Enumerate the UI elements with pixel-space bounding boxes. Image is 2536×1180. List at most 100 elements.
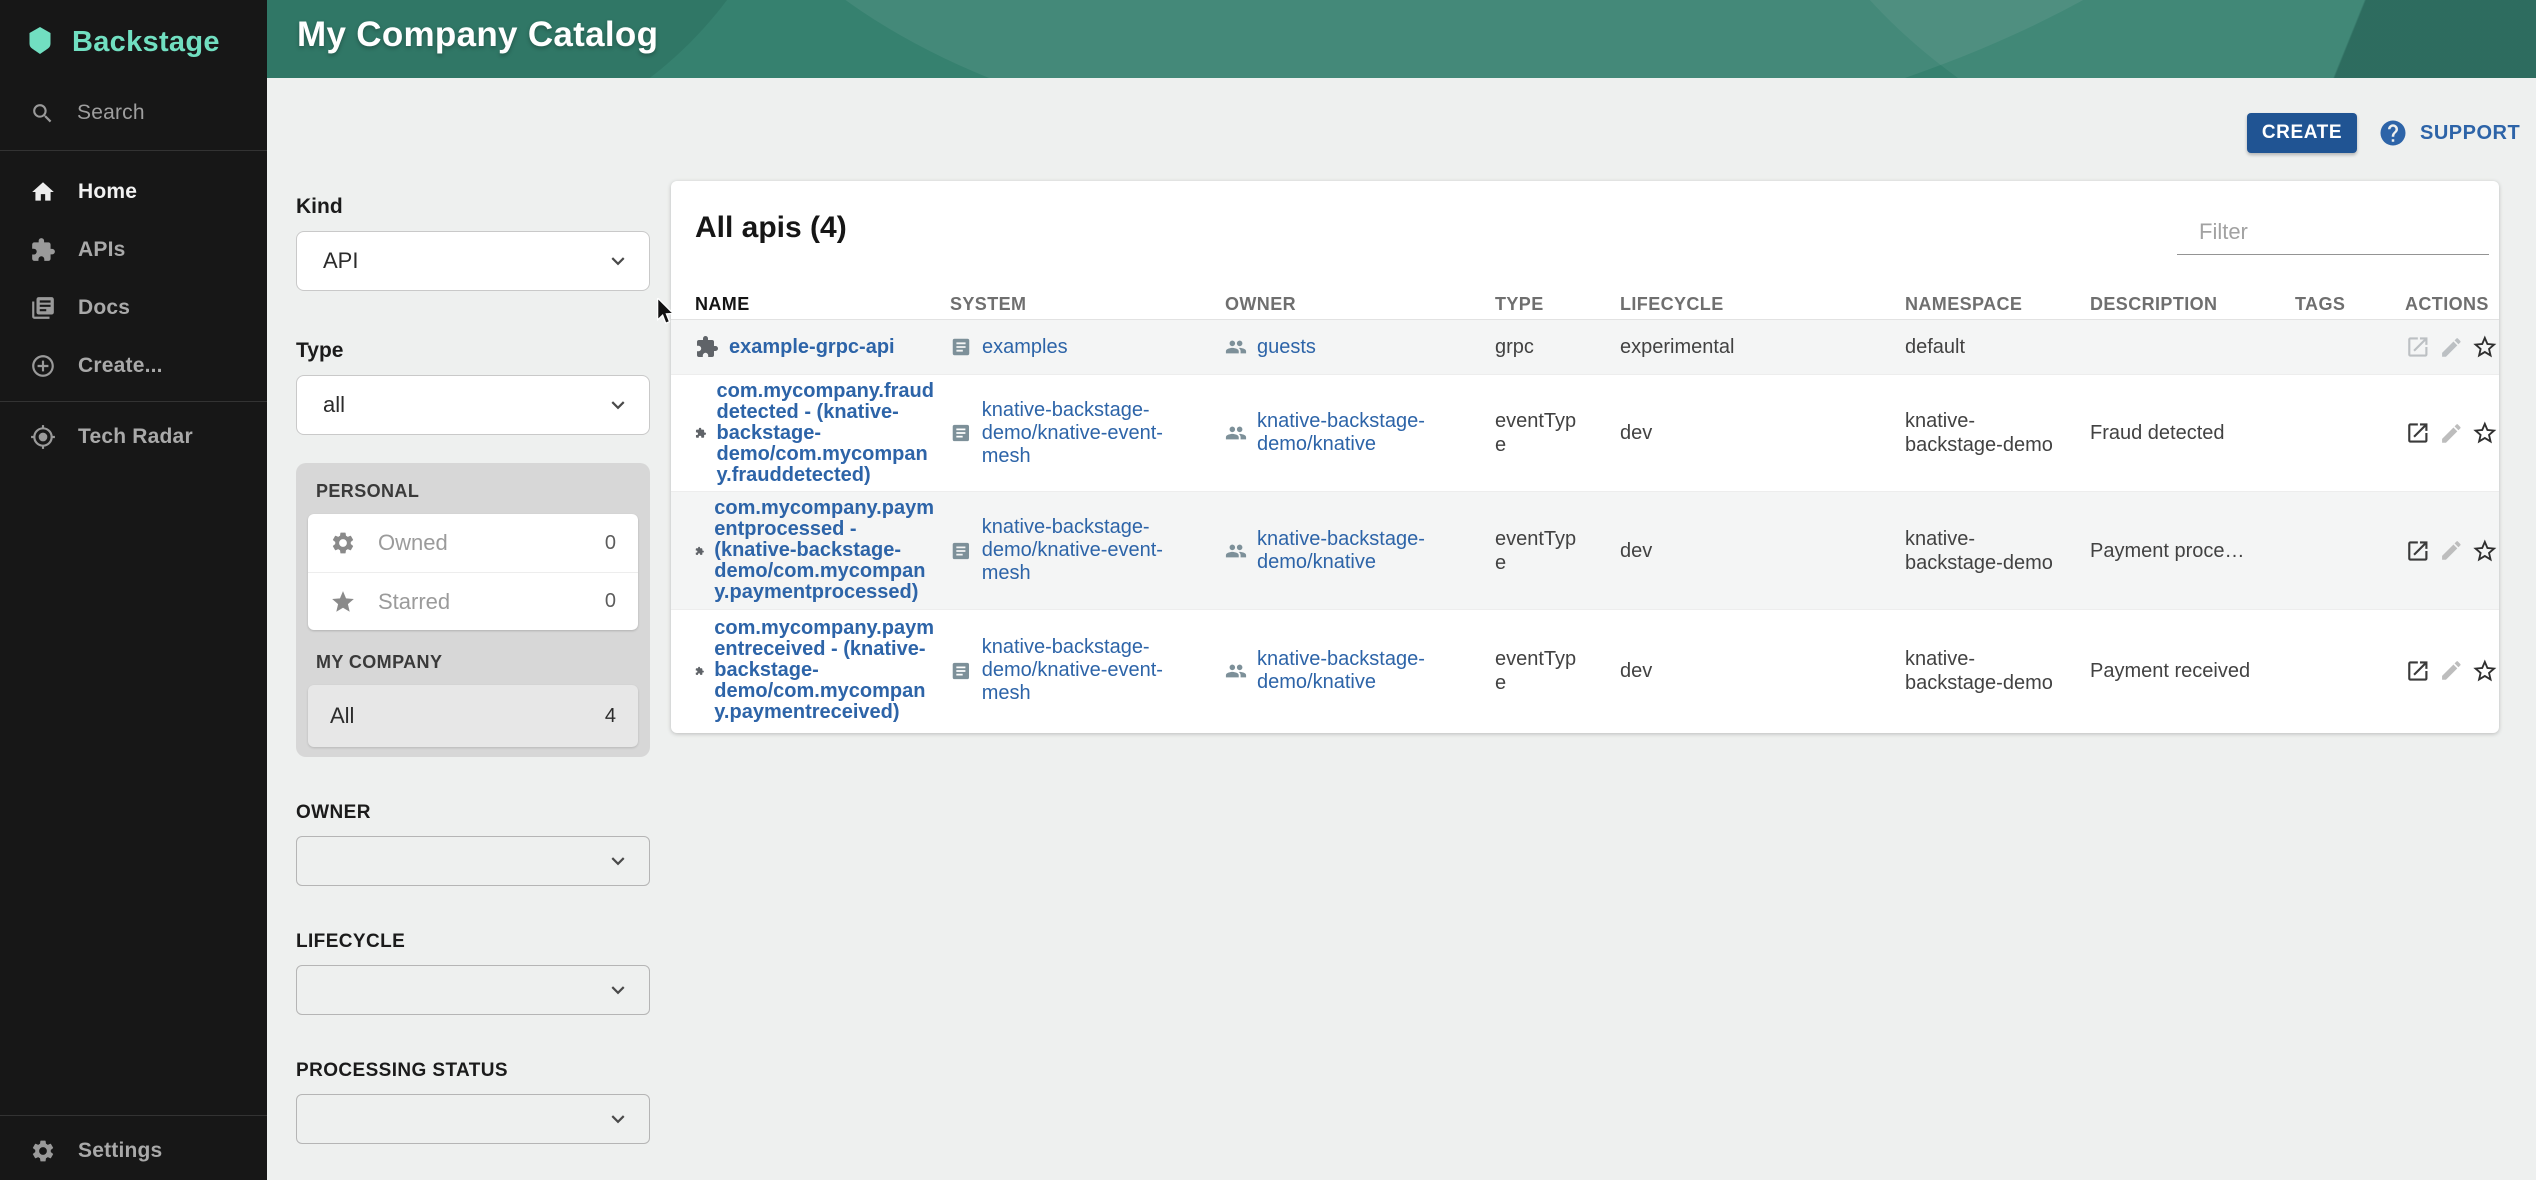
- table-title: All apis (4): [695, 211, 847, 245]
- system-icon: [950, 422, 972, 444]
- puzzle-icon: [30, 237, 56, 263]
- table-row: example-grpc-api examples guests grpc ex…: [671, 320, 2499, 375]
- search-icon: [30, 101, 55, 126]
- docs-icon: [30, 295, 56, 321]
- brand[interactable]: Backstage: [0, 0, 267, 64]
- type-cell: grpc: [1495, 335, 1620, 359]
- column-header-namespace[interactable]: NAMESPACE: [1905, 294, 2090, 315]
- sidebar-item-label: Docs: [78, 296, 130, 320]
- system-icon: [950, 336, 972, 358]
- owner-link[interactable]: knative-backstage- demo/knative: [1257, 528, 1425, 574]
- gear-icon: [30, 1138, 56, 1164]
- home-icon: [30, 179, 56, 205]
- description-cell: Fraud detected: [2090, 421, 2295, 445]
- column-header-description[interactable]: DESCRIPTION: [2090, 294, 2295, 315]
- star-toggle-icon[interactable]: [2471, 537, 2499, 565]
- column-header-type[interactable]: TYPE: [1495, 294, 1620, 315]
- all-label: All: [330, 703, 605, 729]
- table-row: com.mycompany.paym entreceived - (knativ…: [671, 610, 2499, 731]
- lifecycle-cell: dev: [1620, 421, 1905, 445]
- owner-link[interactable]: guests: [1257, 336, 1316, 359]
- lifecycle-cell: dev: [1620, 539, 1905, 563]
- kind-select[interactable]: API: [296, 231, 650, 291]
- group-icon: [1225, 422, 1247, 444]
- star-toggle-icon[interactable]: [2471, 657, 2499, 685]
- owned-count: 0: [605, 532, 616, 555]
- sidebar-item-label: Home: [78, 180, 137, 204]
- sidebar-item-apis[interactable]: APIs: [0, 221, 267, 279]
- type-cell: eventTyp e: [1495, 409, 1620, 457]
- type-cell: eventTyp e: [1495, 527, 1620, 575]
- edit-icon[interactable]: [2439, 421, 2464, 446]
- column-header-system[interactable]: SYSTEM: [950, 294, 1225, 315]
- system-link[interactable]: knative-backstage- demo/knative-event-me…: [982, 636, 1209, 705]
- table-filter-input[interactable]: [2199, 219, 2487, 245]
- sidebar-item-tech-radar[interactable]: Tech Radar: [0, 408, 267, 466]
- create-button[interactable]: CREATE: [2247, 113, 2357, 153]
- sidebar: Backstage Search Home APIs Docs Create..…: [0, 0, 267, 1180]
- api-kind-icon: [695, 421, 707, 445]
- table-row: com.mycompany.fraud detected - (knative-…: [671, 375, 2499, 492]
- table-row: com.mycompany.paym entprocessed - (knati…: [671, 492, 2499, 610]
- column-header-lifecycle[interactable]: LIFECYCLE: [1620, 294, 1905, 315]
- group-icon: [1225, 660, 1247, 682]
- group-icon: [1225, 540, 1247, 562]
- filter-panel: Kind API Type all PERSONAL Owned 0 Starr…: [296, 195, 650, 1180]
- filter-starred[interactable]: Starred 0: [308, 572, 638, 630]
- type-select[interactable]: all: [296, 375, 650, 435]
- lifecycle-select[interactable]: [296, 965, 650, 1015]
- namespace-cell: knative- backstage-demo: [1905, 409, 2090, 457]
- system-link[interactable]: knative-backstage- demo/knative-event-me…: [982, 399, 1209, 468]
- open-in-new-icon[interactable]: [2405, 658, 2431, 684]
- processing-status-label: PROCESSING STATUS: [296, 1060, 650, 1082]
- lifecycle-label: LIFECYCLE: [296, 931, 650, 953]
- owner-select[interactable]: [296, 836, 650, 886]
- entity-name-link[interactable]: example-grpc-api: [729, 337, 895, 358]
- page-title: My Company Catalog: [297, 15, 658, 55]
- add-circle-icon: [30, 353, 56, 379]
- filter-all[interactable]: All 4: [308, 685, 638, 747]
- namespace-cell: default: [1905, 335, 2090, 359]
- owner-link[interactable]: knative-backstage- demo/knative: [1257, 648, 1425, 694]
- open-in-new-icon[interactable]: [2405, 334, 2431, 360]
- star-icon: [330, 589, 356, 615]
- column-header-name[interactable]: NAME: [695, 294, 950, 315]
- open-in-new-icon[interactable]: [2405, 538, 2431, 564]
- sidebar-item-docs[interactable]: Docs: [0, 279, 267, 337]
- entity-name-link[interactable]: com.mycompany.paym entreceived - (knativ…: [714, 618, 934, 723]
- entity-name-link[interactable]: com.mycompany.paym entprocessed - (knati…: [714, 498, 934, 603]
- divider: [0, 150, 267, 151]
- processing-status-select[interactable]: [296, 1094, 650, 1144]
- edit-icon[interactable]: [2439, 335, 2464, 360]
- namespace-cell: knative- backstage-demo: [1905, 527, 2090, 575]
- support-label: SUPPORT: [2420, 122, 2520, 145]
- system-icon: [950, 540, 972, 562]
- sidebar-item-settings[interactable]: Settings: [0, 1122, 267, 1180]
- type-value: all: [323, 392, 345, 418]
- brand-name: Backstage: [72, 26, 220, 59]
- filter-owned[interactable]: Owned 0: [308, 514, 638, 572]
- column-header-owner[interactable]: OWNER: [1225, 294, 1495, 315]
- sidebar-item-create[interactable]: Create...: [0, 337, 267, 395]
- owner-label: OWNER: [296, 802, 650, 824]
- system-link[interactable]: examples: [982, 336, 1068, 359]
- table-header-row: NAME SYSTEM OWNER TYPE LIFECYCLE NAMESPA…: [671, 290, 2499, 320]
- sidebar-item-search[interactable]: Search: [0, 82, 267, 144]
- column-header-tags[interactable]: TAGS: [2295, 294, 2405, 315]
- divider: [0, 1115, 267, 1116]
- support-button[interactable]: SUPPORT: [2378, 116, 2520, 150]
- open-in-new-icon[interactable]: [2405, 420, 2431, 446]
- edit-icon[interactable]: [2439, 658, 2464, 683]
- api-kind-icon: [695, 539, 704, 563]
- star-toggle-icon[interactable]: [2471, 333, 2499, 361]
- owner-link[interactable]: knative-backstage- demo/knative: [1257, 410, 1425, 456]
- type-label: Type: [296, 339, 650, 363]
- starred-label: Starred: [378, 589, 605, 615]
- star-toggle-icon[interactable]: [2471, 419, 2499, 447]
- description-cell: Payment proce…: [2090, 539, 2295, 563]
- entity-name-link[interactable]: com.mycompany.fraud detected - (knative-…: [717, 381, 934, 486]
- system-link[interactable]: knative-backstage- demo/knative-event-me…: [982, 516, 1209, 585]
- sidebar-item-home[interactable]: Home: [0, 163, 267, 221]
- app-header: My Company Catalog: [267, 0, 2536, 78]
- edit-icon[interactable]: [2439, 538, 2464, 563]
